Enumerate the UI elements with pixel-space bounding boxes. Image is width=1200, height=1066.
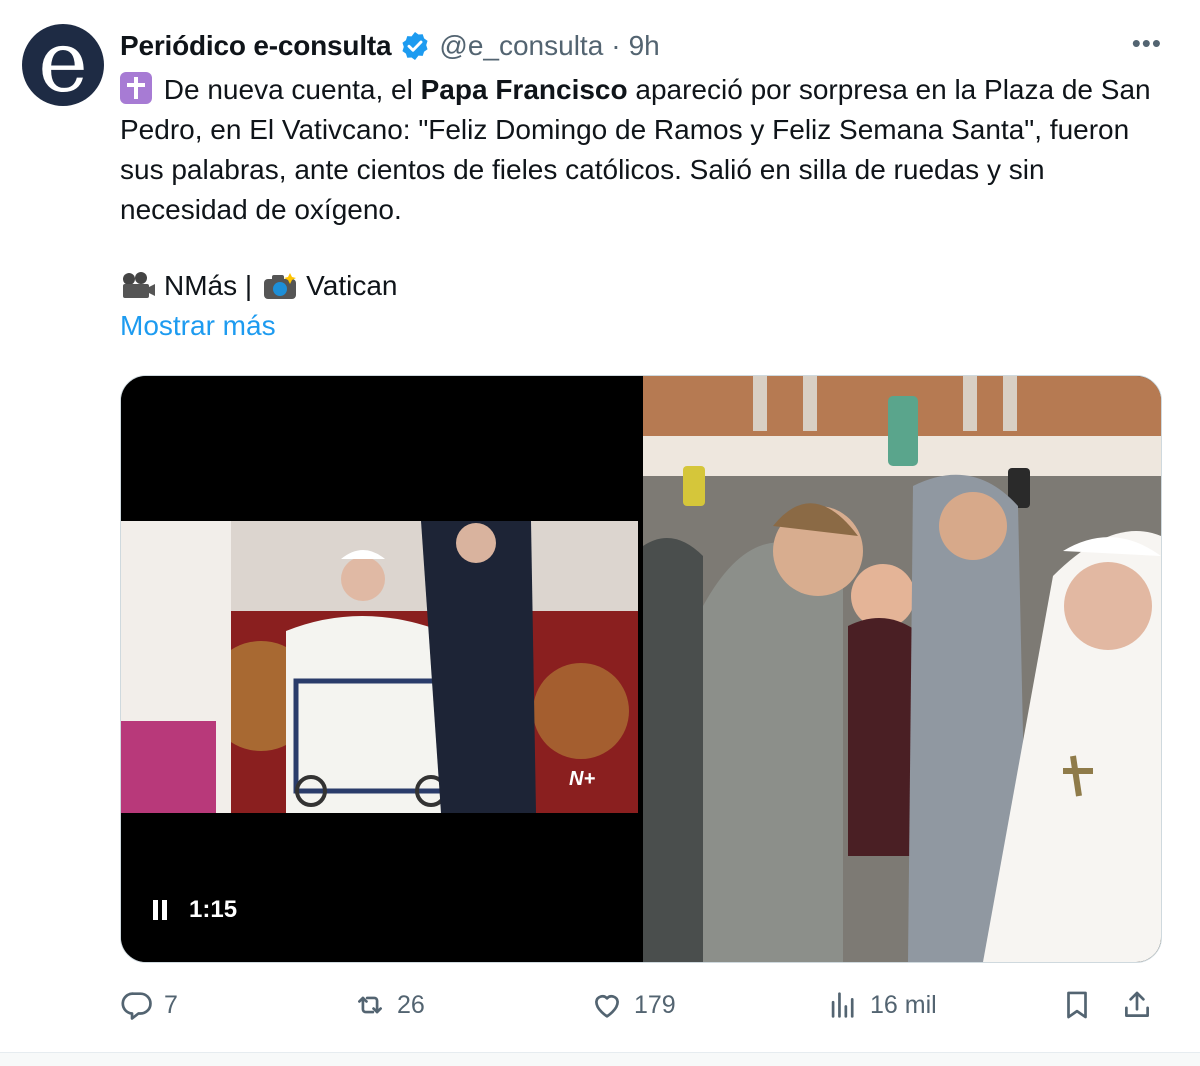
share-icon: [1125, 991, 1149, 1017]
tweet-text-part1: De nueva cuenta, el: [156, 74, 421, 105]
view-count: 16 mil: [870, 990, 937, 1019]
camera-flash-icon: [262, 271, 298, 301]
avatar-logo: e: [38, 24, 88, 106]
more-icon[interactable]: •••: [1132, 28, 1162, 59]
analytics-icon: [831, 992, 854, 1018]
tweet-card[interactable]: e Periódico e-consulta @e_consulta · 9h …: [0, 0, 1200, 1053]
bookmark-button[interactable]: [1060, 982, 1104, 1028]
pause-icon[interactable]: [153, 900, 167, 920]
reply-icon: [121, 992, 152, 1020]
tweet-text: De nueva cuenta, el Papa Francisco apare…: [120, 70, 1160, 230]
film-projector-icon: [120, 271, 156, 301]
tweet-time[interactable]: 9h: [629, 30, 660, 62]
bookmark-icon: [1067, 991, 1087, 1019]
like-button[interactable]: 179: [590, 982, 676, 1028]
credits-line: NMás | Vatican: [120, 270, 398, 302]
credits-video: NMás |: [164, 270, 253, 301]
share-button[interactable]: [1120, 982, 1164, 1028]
credits-photo: Vatican: [306, 270, 398, 301]
reply-count: 7: [164, 990, 178, 1019]
video-frame: [121, 521, 638, 813]
video-time: 1:15: [189, 896, 238, 923]
author-handle[interactable]: @e_consulta: [439, 30, 603, 62]
photo[interactable]: [643, 376, 1161, 962]
video-controls: 1:15: [153, 896, 237, 924]
separator-dot: ·: [611, 30, 621, 61]
video-player[interactable]: N+ 1:15: [121, 376, 638, 962]
author-name[interactable]: Periódico e-consulta: [120, 30, 392, 62]
verified-badge-icon: [402, 32, 428, 60]
latin-cross-icon: [120, 72, 152, 104]
show-more-link[interactable]: Mostrar más: [120, 310, 276, 342]
retweet-icon: [358, 996, 382, 1014]
tweet-text-bold: Papa Francisco: [420, 74, 628, 105]
media-grid: N+ 1:15: [120, 375, 1162, 963]
reply-button[interactable]: 7: [120, 982, 178, 1028]
retweet-button[interactable]: 26: [353, 982, 425, 1028]
video-watermark: N+: [569, 768, 596, 790]
views-button[interactable]: 16 mil: [826, 982, 937, 1028]
retweet-count: 26: [397, 990, 425, 1019]
avatar[interactable]: e: [22, 24, 104, 106]
heart-icon: [595, 995, 619, 1018]
like-count: 179: [634, 990, 676, 1019]
action-bar: 7 26 179 16 mil: [120, 982, 1160, 1028]
tweet-header: Periódico e-consulta @e_consulta · 9h: [120, 26, 660, 66]
